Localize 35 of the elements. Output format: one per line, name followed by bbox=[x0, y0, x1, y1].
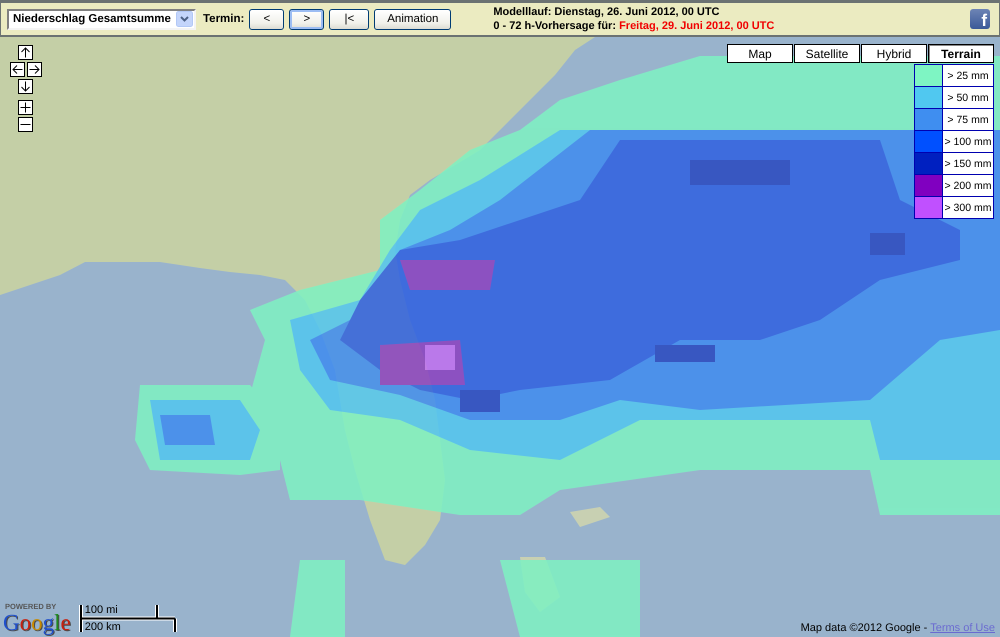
arrow-left-icon bbox=[12, 64, 22, 75]
pan-up-button[interactable] bbox=[18, 45, 33, 60]
zoom-out-button[interactable] bbox=[18, 117, 33, 132]
termin-label: Termin: bbox=[203, 13, 244, 25]
forecast-text: 0 - 72 h-Vorhersage für: Freitag, 29. Juni 2012, 00 UTC bbox=[493, 20, 774, 32]
scale-label: 200 km bbox=[84, 621, 122, 633]
map-type-button[interactable]: Hybrid bbox=[861, 44, 927, 63]
legend-label: > 300 mm bbox=[944, 200, 992, 216]
nav-button[interactable]: > bbox=[289, 8, 324, 30]
pan-down-button[interactable] bbox=[18, 79, 33, 94]
map-type-button[interactable]: Map bbox=[727, 44, 793, 63]
nav-button[interactable]: Animation bbox=[374, 8, 452, 30]
pan-right-button[interactable] bbox=[26, 62, 42, 77]
map-attribution: Map data ©2012 Google - Terms of Use bbox=[800, 622, 995, 634]
arrow-down-icon bbox=[20, 81, 31, 92]
facebook-button[interactable]: f bbox=[970, 9, 990, 29]
legend-label: > 200 mm bbox=[944, 178, 992, 194]
plus-icon bbox=[20, 102, 31, 113]
legend-label: > 25 mm bbox=[946, 68, 990, 84]
chevron-down-icon bbox=[176, 11, 193, 27]
nav-button[interactable]: |< bbox=[329, 8, 370, 30]
nav-button[interactable]: < bbox=[249, 8, 284, 30]
legend-label: > 100 mm bbox=[944, 134, 992, 150]
legend-label: > 150 mm bbox=[944, 156, 992, 172]
scale-label: 100 mi bbox=[84, 604, 119, 616]
arrow-up-icon bbox=[20, 47, 31, 58]
pan-left-button[interactable] bbox=[10, 62, 24, 77]
legend-label: > 50 mm bbox=[946, 90, 990, 106]
zoom-in-button[interactable] bbox=[18, 100, 33, 115]
legend-label: > 75 mm bbox=[946, 112, 990, 128]
map-type-button[interactable]: Terrain bbox=[928, 44, 994, 63]
model-run-text: Modelllauf: Dienstag, 26. Juni 2012, 00 UTC bbox=[493, 6, 720, 18]
map-type-button[interactable]: Satellite bbox=[794, 44, 860, 63]
product-select[interactable]: Niederschlag Gesamtsumme bbox=[7, 8, 196, 30]
arrow-right-icon bbox=[28, 64, 40, 75]
